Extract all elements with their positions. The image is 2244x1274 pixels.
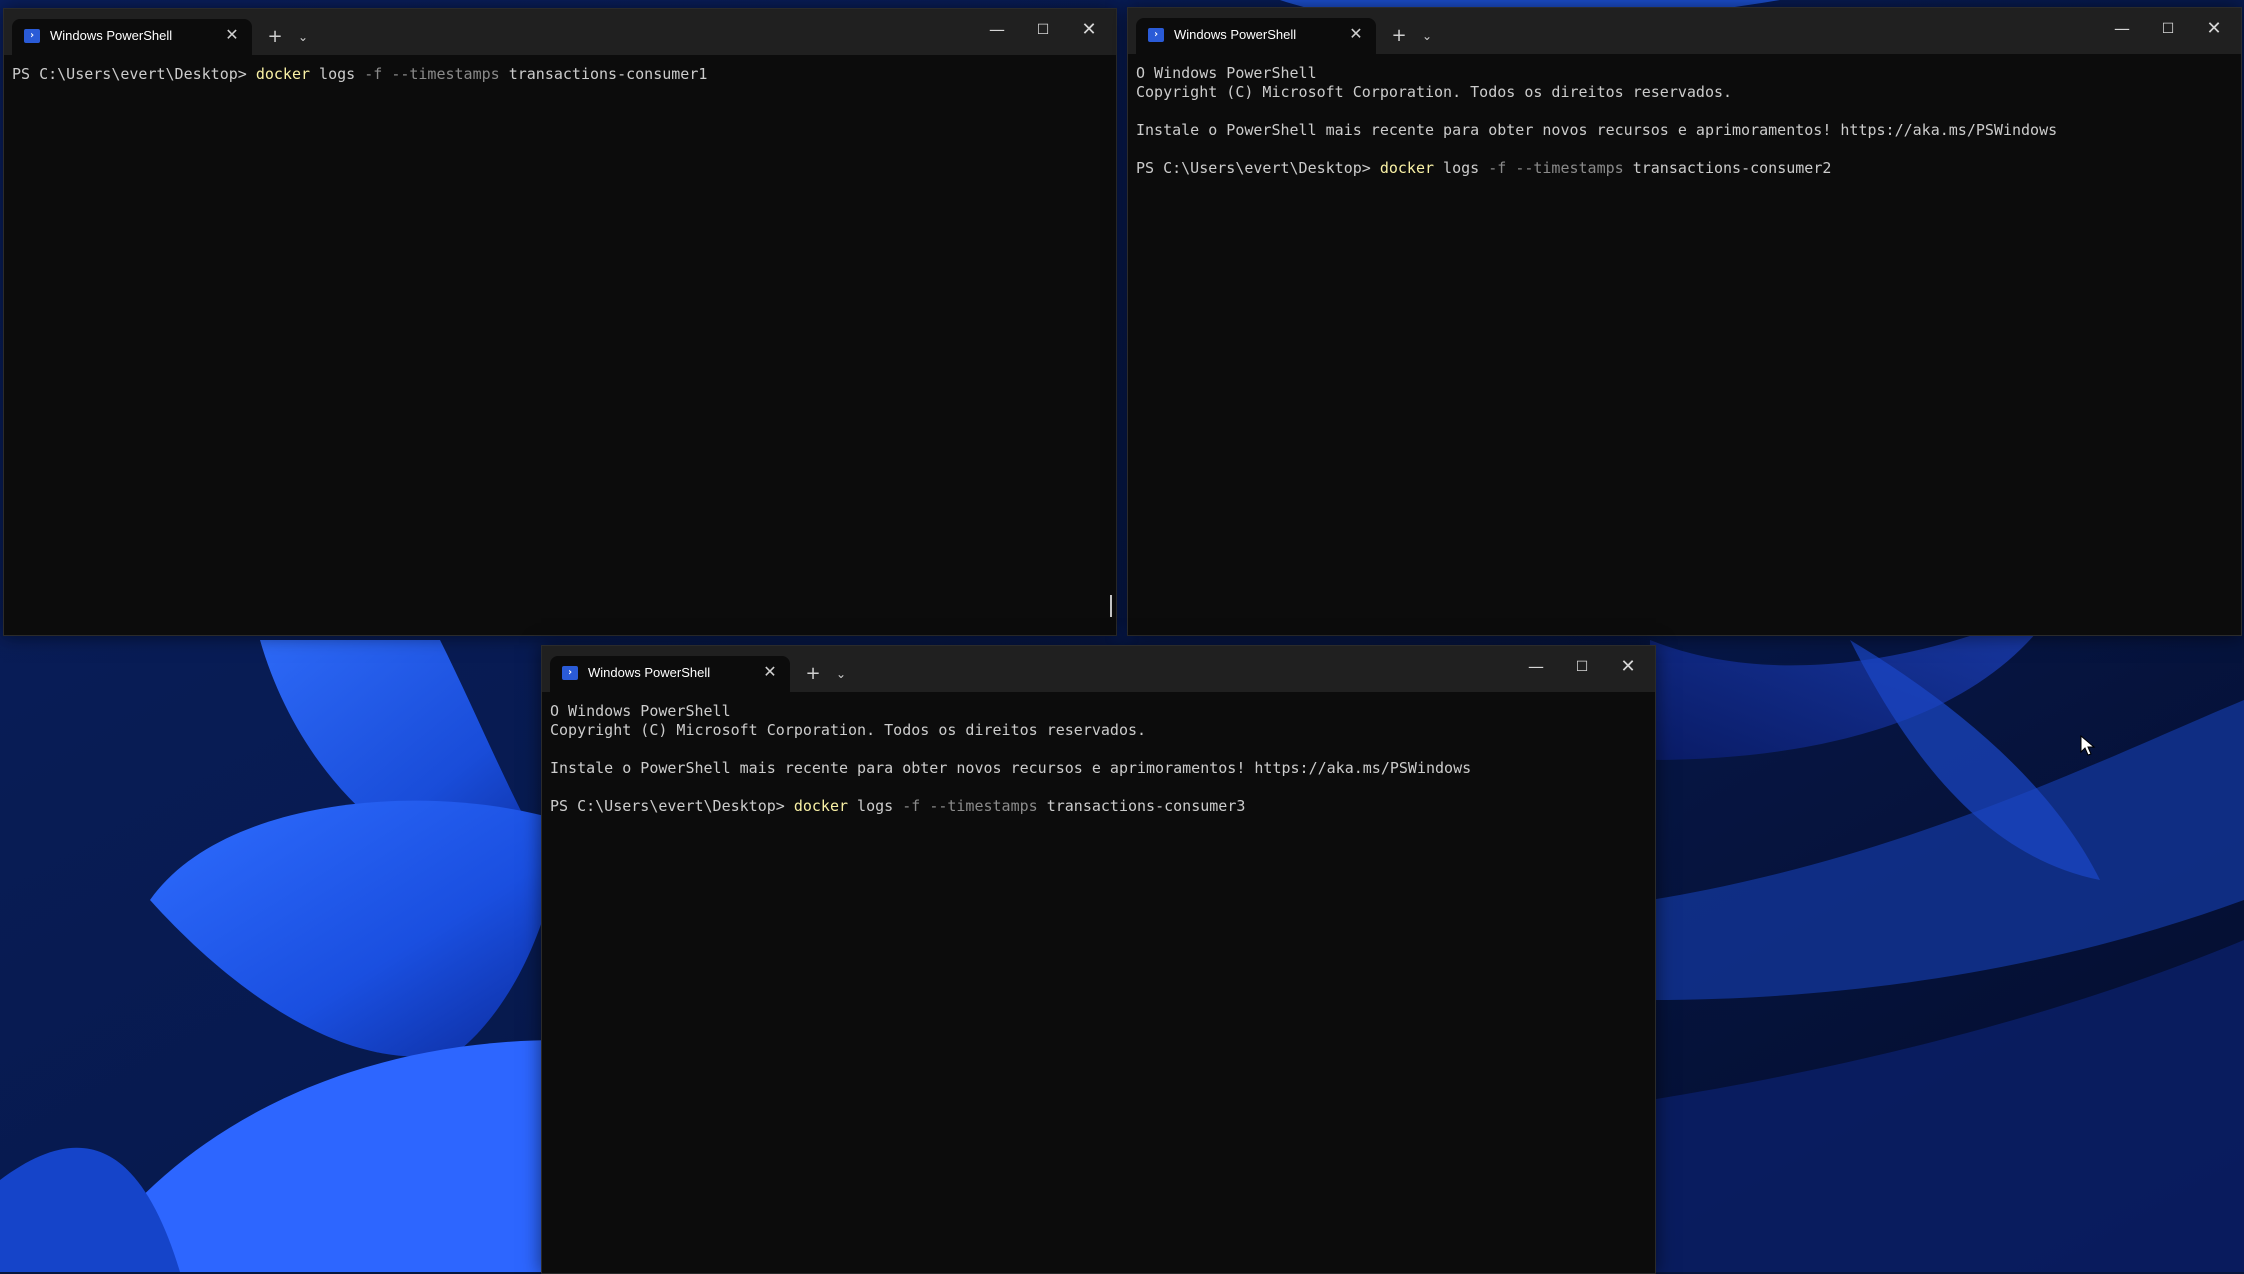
- prompt: PS C:\Users\evert\Desktop>: [550, 797, 794, 815]
- terminal-output[interactable]: PS C:\Users\evert\Desktop> docker logs -…: [4, 55, 1116, 635]
- command: docker: [1379, 159, 1435, 177]
- command: docker: [255, 65, 311, 83]
- banner-line: [1136, 102, 2233, 121]
- powershell-window-3[interactable]: › Windows PowerShell ✕ + ⌄ — ☐ ✕ O Windo…: [541, 645, 1656, 1274]
- new-tab-button[interactable]: +: [262, 25, 288, 49]
- tab-title: Windows PowerShell: [588, 665, 711, 680]
- parameter: --timestamps: [929, 797, 1038, 815]
- banner-line: O Windows PowerShell: [1136, 64, 1317, 82]
- argument: logs: [848, 797, 903, 815]
- new-tab-button[interactable]: +: [800, 662, 826, 686]
- argument: transactions-consumer2: [1623, 159, 1832, 177]
- banner-line: Instale o PowerShell mais recente para o…: [1136, 121, 2058, 139]
- maximize-button[interactable]: ☐: [1025, 17, 1061, 43]
- prompt-line: PS C:\Users\evert\Desktop> docker logs -…: [1136, 159, 2233, 178]
- maximize-button[interactable]: ☐: [2150, 16, 2186, 42]
- minimize-button[interactable]: —: [979, 17, 1015, 43]
- parameter: -f: [364, 65, 383, 83]
- tab-windows-powershell[interactable]: › Windows PowerShell ✕: [1136, 18, 1376, 54]
- tab-title: Windows PowerShell: [1174, 27, 1297, 42]
- close-window-button[interactable]: ✕: [1071, 17, 1107, 43]
- mouse-cursor-icon: [2080, 735, 2096, 756]
- banner-line: Copyright (C) Microsoft Corporation. Tod…: [550, 721, 1147, 739]
- minimize-button[interactable]: —: [2104, 16, 2140, 42]
- powershell-icon: ›: [1148, 28, 1164, 42]
- chevron-down-icon[interactable]: ⌄: [1416, 24, 1438, 48]
- close-window-button[interactable]: ✕: [1610, 654, 1646, 680]
- banner-line: O Windows PowerShell: [550, 702, 731, 720]
- minimize-button[interactable]: —: [1518, 654, 1554, 680]
- powershell-window-1[interactable]: › Windows PowerShell ✕ + ⌄ — ☐ ✕ PS C:\U…: [3, 8, 1117, 636]
- parameter: --timestamps: [391, 65, 500, 83]
- argument: logs: [310, 65, 365, 83]
- command: docker: [793, 797, 849, 815]
- prompt: PS C:\Users\evert\Desktop>: [1136, 159, 1380, 177]
- title-bar[interactable]: › Windows PowerShell ✕ + ⌄ — ☐ ✕: [1128, 8, 2241, 54]
- powershell-icon: ›: [562, 666, 578, 680]
- powershell-window-2[interactable]: › Windows PowerShell ✕ + ⌄ — ☐ ✕ O Windo…: [1127, 7, 2242, 636]
- maximize-button[interactable]: ☐: [1564, 654, 1600, 680]
- new-tab-button[interactable]: +: [1386, 24, 1412, 48]
- close-icon[interactable]: ✕: [222, 25, 242, 45]
- close-window-button[interactable]: ✕: [2196, 16, 2232, 42]
- terminal-output[interactable]: O Windows PowerShell Copyright (C) Micros…: [542, 692, 1655, 1273]
- prompt-line: PS C:\Users\evert\Desktop> docker logs -…: [12, 65, 1108, 84]
- banner-line: [1136, 140, 2233, 159]
- argument: transactions-consumer3: [1037, 797, 1246, 815]
- parameter: --timestamps: [1515, 159, 1624, 177]
- terminal-output[interactable]: O Windows PowerShell Copyright (C) Micros…: [1128, 54, 2241, 635]
- argument: logs: [1434, 159, 1489, 177]
- text-cursor: [1110, 595, 1112, 617]
- parameter: -f: [902, 797, 921, 815]
- close-icon[interactable]: ✕: [760, 662, 780, 682]
- close-icon[interactable]: ✕: [1346, 24, 1366, 44]
- prompt-line: PS C:\Users\evert\Desktop> docker logs -…: [550, 797, 1647, 816]
- argument: transactions-consumer1: [499, 65, 708, 83]
- chevron-down-icon[interactable]: ⌄: [830, 662, 852, 686]
- banner-line: [550, 740, 1647, 759]
- tab-windows-powershell[interactable]: › Windows PowerShell ✕: [550, 656, 790, 692]
- tab-title: Windows PowerShell: [50, 28, 173, 43]
- title-bar[interactable]: › Windows PowerShell ✕ + ⌄ — ☐ ✕: [4, 9, 1116, 55]
- banner-line: Copyright (C) Microsoft Corporation. Tod…: [1136, 83, 1733, 101]
- chevron-down-icon[interactable]: ⌄: [292, 25, 314, 49]
- parameter: -f: [1488, 159, 1507, 177]
- tab-windows-powershell[interactable]: › Windows PowerShell ✕: [12, 19, 252, 55]
- banner-line: [550, 778, 1647, 797]
- banner-line: Instale o PowerShell mais recente para o…: [550, 759, 1472, 777]
- powershell-icon: ›: [24, 29, 40, 43]
- title-bar[interactable]: › Windows PowerShell ✕ + ⌄ — ☐ ✕: [542, 646, 1655, 692]
- prompt: PS C:\Users\evert\Desktop>: [12, 65, 256, 83]
